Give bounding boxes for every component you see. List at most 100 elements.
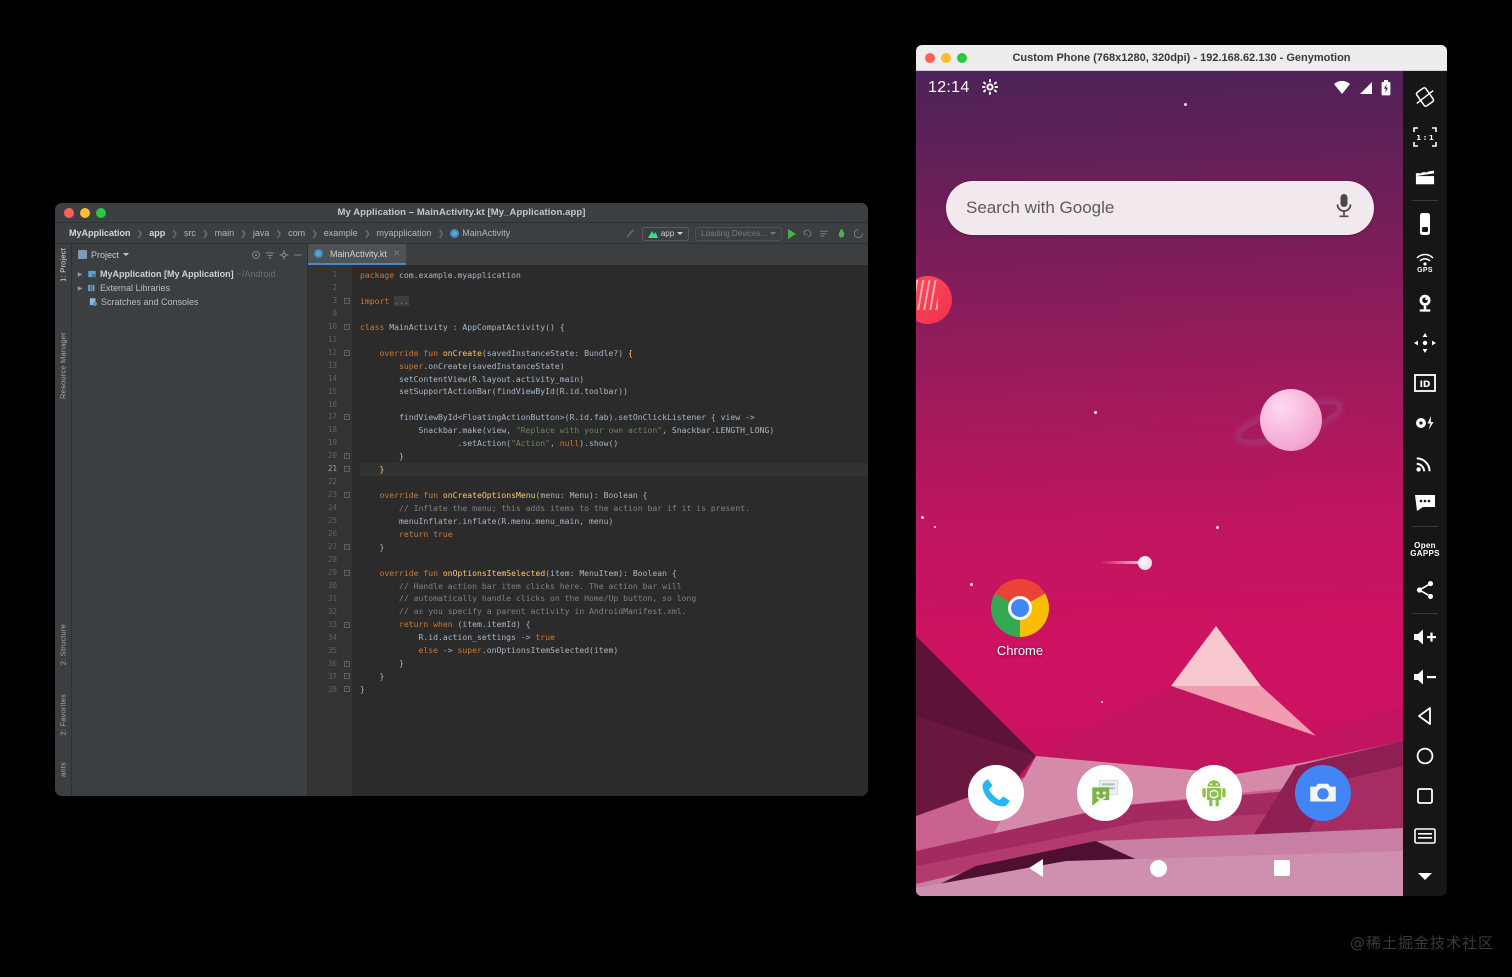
code-line[interactable]: class MainActivity : AppCompatActivity()… <box>360 321 868 334</box>
code-line[interactable]: import ... <box>360 295 868 308</box>
sms-phone-icon[interactable] <box>1403 483 1447 523</box>
code-line[interactable]: setContentView(R.layout.activity_main) <box>360 373 868 386</box>
breadcrumb-src[interactable]: src <box>178 228 202 238</box>
code-line[interactable]: .setAction("Action", null).show() <box>360 437 868 450</box>
fold-toggle-icon[interactable]: − <box>344 466 350 472</box>
home-app-chrome[interactable]: Chrome <box>960 579 1080 658</box>
dock-app-android[interactable] <box>1186 765 1242 821</box>
tree-row[interactable]: ▶ External Libraries <box>72 281 307 295</box>
project-tool-window[interactable]: Project <box>72 244 308 796</box>
breadcrumb-example[interactable]: example <box>318 228 364 238</box>
code-line[interactable]: } <box>360 463 868 476</box>
code-editor[interactable]: 1239101112131415161718192021222324252627… <box>308 265 868 796</box>
breadcrumb-main[interactable]: main <box>209 228 241 238</box>
code-line[interactable]: } <box>360 670 868 683</box>
breadcrumb-app[interactable]: app <box>143 228 171 238</box>
nav-recents-icon[interactable] <box>1274 860 1290 876</box>
sidebar-item-resource-manager[interactable]: Resource Manager <box>59 332 68 399</box>
menu-button-icon[interactable] <box>1403 816 1447 856</box>
gps-icon[interactable]: GPS <box>1403 244 1447 284</box>
code-line[interactable]: setSupportActionBar(findViewById(R.id.to… <box>360 385 868 398</box>
tree-row[interactable]: ▶ MyApplication [My Application] ~/Andro… <box>72 267 307 281</box>
nav-home-icon[interactable] <box>1150 860 1167 877</box>
fold-toggle-icon[interactable]: − <box>344 570 350 576</box>
fold-toggle-icon[interactable]: − <box>344 661 350 667</box>
code-line[interactable] <box>360 334 868 347</box>
ide-window-controls[interactable] <box>64 208 106 218</box>
fold-toggle-icon[interactable]: − <box>344 492 350 498</box>
code-line[interactable]: override fun onCreate(savedInstanceState… <box>360 347 868 360</box>
back-button-icon[interactable] <box>1403 697 1447 737</box>
code-line[interactable]: // Inflate the menu; this adds items to … <box>360 502 868 515</box>
code-line[interactable]: // as you specify a parent activity in A… <box>360 605 868 618</box>
scale-one-to-one-icon[interactable]: 1 : 1 <box>1403 117 1447 157</box>
fold-toggle-icon[interactable]: − <box>344 686 350 692</box>
profile-icon[interactable] <box>853 228 864 239</box>
nav-back-icon[interactable] <box>1029 859 1043 877</box>
android-dock[interactable] <box>916 757 1403 829</box>
volume-down-icon[interactable] <box>1403 657 1447 697</box>
microphone-icon[interactable] <box>1334 192 1354 225</box>
recents-button-icon[interactable] <box>1403 776 1447 816</box>
chrome-icon[interactable] <box>991 579 1049 637</box>
expand-arrow-icon[interactable]: ▶ <box>76 271 84 278</box>
minimize-window-button[interactable] <box>80 208 90 218</box>
settings-gear-icon[interactable] <box>982 79 998 98</box>
code-line[interactable]: menuInflater.inflate(R.menu.menu_main, m… <box>360 515 868 528</box>
code-line[interactable]: // automatically handle clicks on the Ho… <box>360 592 868 605</box>
identifiers-icon[interactable]: ID <box>1403 363 1447 403</box>
sidebar-item-build-variants[interactable]: ants <box>59 762 68 777</box>
genymotion-toolbar[interactable]: 1 : 1 <box>1403 71 1447 896</box>
breadcrumb-com[interactable]: com <box>282 228 311 238</box>
tab-mainactivity-kt[interactable]: MainActivity.kt ✕ <box>308 244 406 265</box>
chevron-down-icon[interactable] <box>123 253 129 256</box>
fold-toggle-icon[interactable]: − <box>344 544 350 550</box>
google-search-bar[interactable]: Search with Google <box>946 181 1374 235</box>
network-icon[interactable] <box>1403 443 1447 483</box>
fold-toggle-icon[interactable]: − <box>344 414 350 420</box>
battery-widget-icon[interactable] <box>1403 204 1447 244</box>
code-line[interactable] <box>360 476 868 489</box>
code-line[interactable]: } <box>360 450 868 463</box>
code-line[interactable]: return when (item.itemId) { <box>360 618 868 631</box>
locate-file-icon[interactable] <box>251 250 261 260</box>
source-code[interactable]: package com.example.myapplication import… <box>352 265 868 796</box>
sidebar-item-structure[interactable]: 2: Structure <box>59 624 68 665</box>
ide-navigation-bar[interactable]: MyApplication ❯ app ❯ src ❯ main ❯ java … <box>55 223 868 244</box>
breadcrumb-myapplication[interactable]: myapplication <box>371 228 438 238</box>
fold-toggle-icon[interactable]: − <box>344 673 350 679</box>
code-line[interactable] <box>360 308 868 321</box>
share-icon[interactable] <box>1403 570 1447 610</box>
open-gapps-icon[interactable]: Open GAPPS <box>1403 530 1447 570</box>
disk-io-icon[interactable] <box>1403 403 1447 443</box>
dock-app-phone[interactable] <box>968 765 1024 821</box>
accelerometer-icon[interactable] <box>1403 323 1447 363</box>
dock-app-messages[interactable] <box>1077 765 1133 821</box>
code-folding-gutter[interactable]: −−−−−−−−−−−−− <box>342 265 352 796</box>
android-screen[interactable]: 12:14 <box>916 71 1403 896</box>
fold-toggle-icon[interactable]: − <box>344 324 350 330</box>
collapse-all-icon[interactable] <box>265 250 275 260</box>
run-configuration-selector[interactable]: app <box>642 227 689 241</box>
search-everywhere-icon[interactable] <box>625 228 636 239</box>
breadcrumb-project[interactable]: MyApplication <box>63 228 137 238</box>
editor-tab-bar[interactable]: MainActivity.kt ✕ <box>308 244 868 265</box>
code-line[interactable]: Snackbar.make(view, "Replace with your o… <box>360 424 868 437</box>
sidebar-item-project[interactable]: 1: Project <box>59 248 68 282</box>
breadcrumb-mainactivity[interactable]: MainActivity <box>444 228 516 238</box>
code-line[interactable]: package com.example.myapplication <box>360 269 868 282</box>
ide-run-toolbar[interactable]: app Loading Devices... <box>625 223 864 244</box>
volume-up-icon[interactable] <box>1403 617 1447 657</box>
screen-recording-icon[interactable] <box>1403 157 1447 197</box>
code-line[interactable]: return true <box>360 528 868 541</box>
code-line[interactable] <box>360 282 868 295</box>
expand-arrow-icon[interactable]: ▶ <box>76 285 84 292</box>
android-studio-window[interactable]: My Application – MainActivity.kt [My_App… <box>55 203 868 796</box>
code-line[interactable]: else -> super.onOptionsItemSelected(item… <box>360 644 868 657</box>
collapse-toolbar-icon[interactable] <box>1403 856 1447 896</box>
project-tree[interactable]: ▶ MyApplication [My Application] ~/Andro… <box>72 265 307 309</box>
code-line[interactable] <box>360 398 868 411</box>
code-line[interactable]: findViewById<FloatingActionButton>(R.id.… <box>360 411 868 424</box>
run-icon[interactable] <box>788 229 796 239</box>
fold-toggle-icon[interactable]: − <box>344 622 350 628</box>
